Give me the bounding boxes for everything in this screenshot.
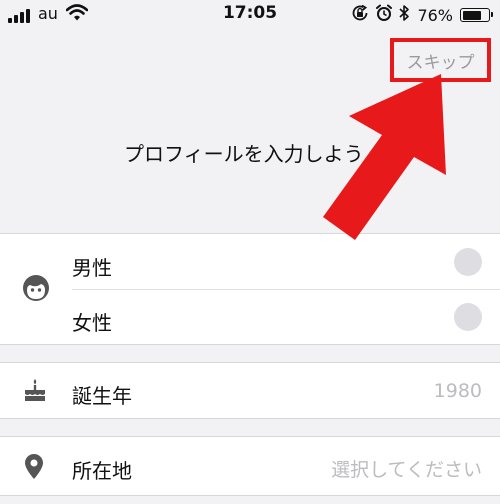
battery-level-fill <box>462 10 482 20</box>
alarm-icon <box>376 4 393 26</box>
location-pin-icon <box>22 453 46 485</box>
battery-icon <box>460 8 493 22</box>
birth-year-value: 1980 <box>433 380 482 402</box>
battery-percent: 76% <box>417 5 453 25</box>
gender-option-female[interactable]: 女性 <box>0 290 500 344</box>
gender-section: 男性 女性 <box>0 233 500 345</box>
bluetooth-icon <box>399 4 410 26</box>
gender-option-male[interactable]: 男性 <box>0 234 500 289</box>
birth-year-label: 誕生年 <box>72 384 132 408</box>
screen-lock-icon <box>351 4 369 26</box>
male-radio[interactable] <box>454 248 482 276</box>
skip-button[interactable]: スキップ <box>390 38 491 82</box>
location-label: 所在地 <box>72 459 132 483</box>
status-bar: au 17:05 76% <box>0 0 500 30</box>
gender-option-label: 男性 <box>72 256 112 280</box>
birthday-cake-icon <box>22 377 48 407</box>
skip-label: スキップ <box>406 52 475 73</box>
gender-option-label: 女性 <box>72 311 112 335</box>
location-row[interactable]: 所在地 選択してください <box>0 436 500 496</box>
female-radio[interactable] <box>454 303 482 331</box>
birth-year-row[interactable]: 誕生年 1980 <box>0 362 500 419</box>
location-placeholder: 選択してください <box>331 459 482 481</box>
page-title: プロフィールを入力しよう <box>124 142 364 166</box>
